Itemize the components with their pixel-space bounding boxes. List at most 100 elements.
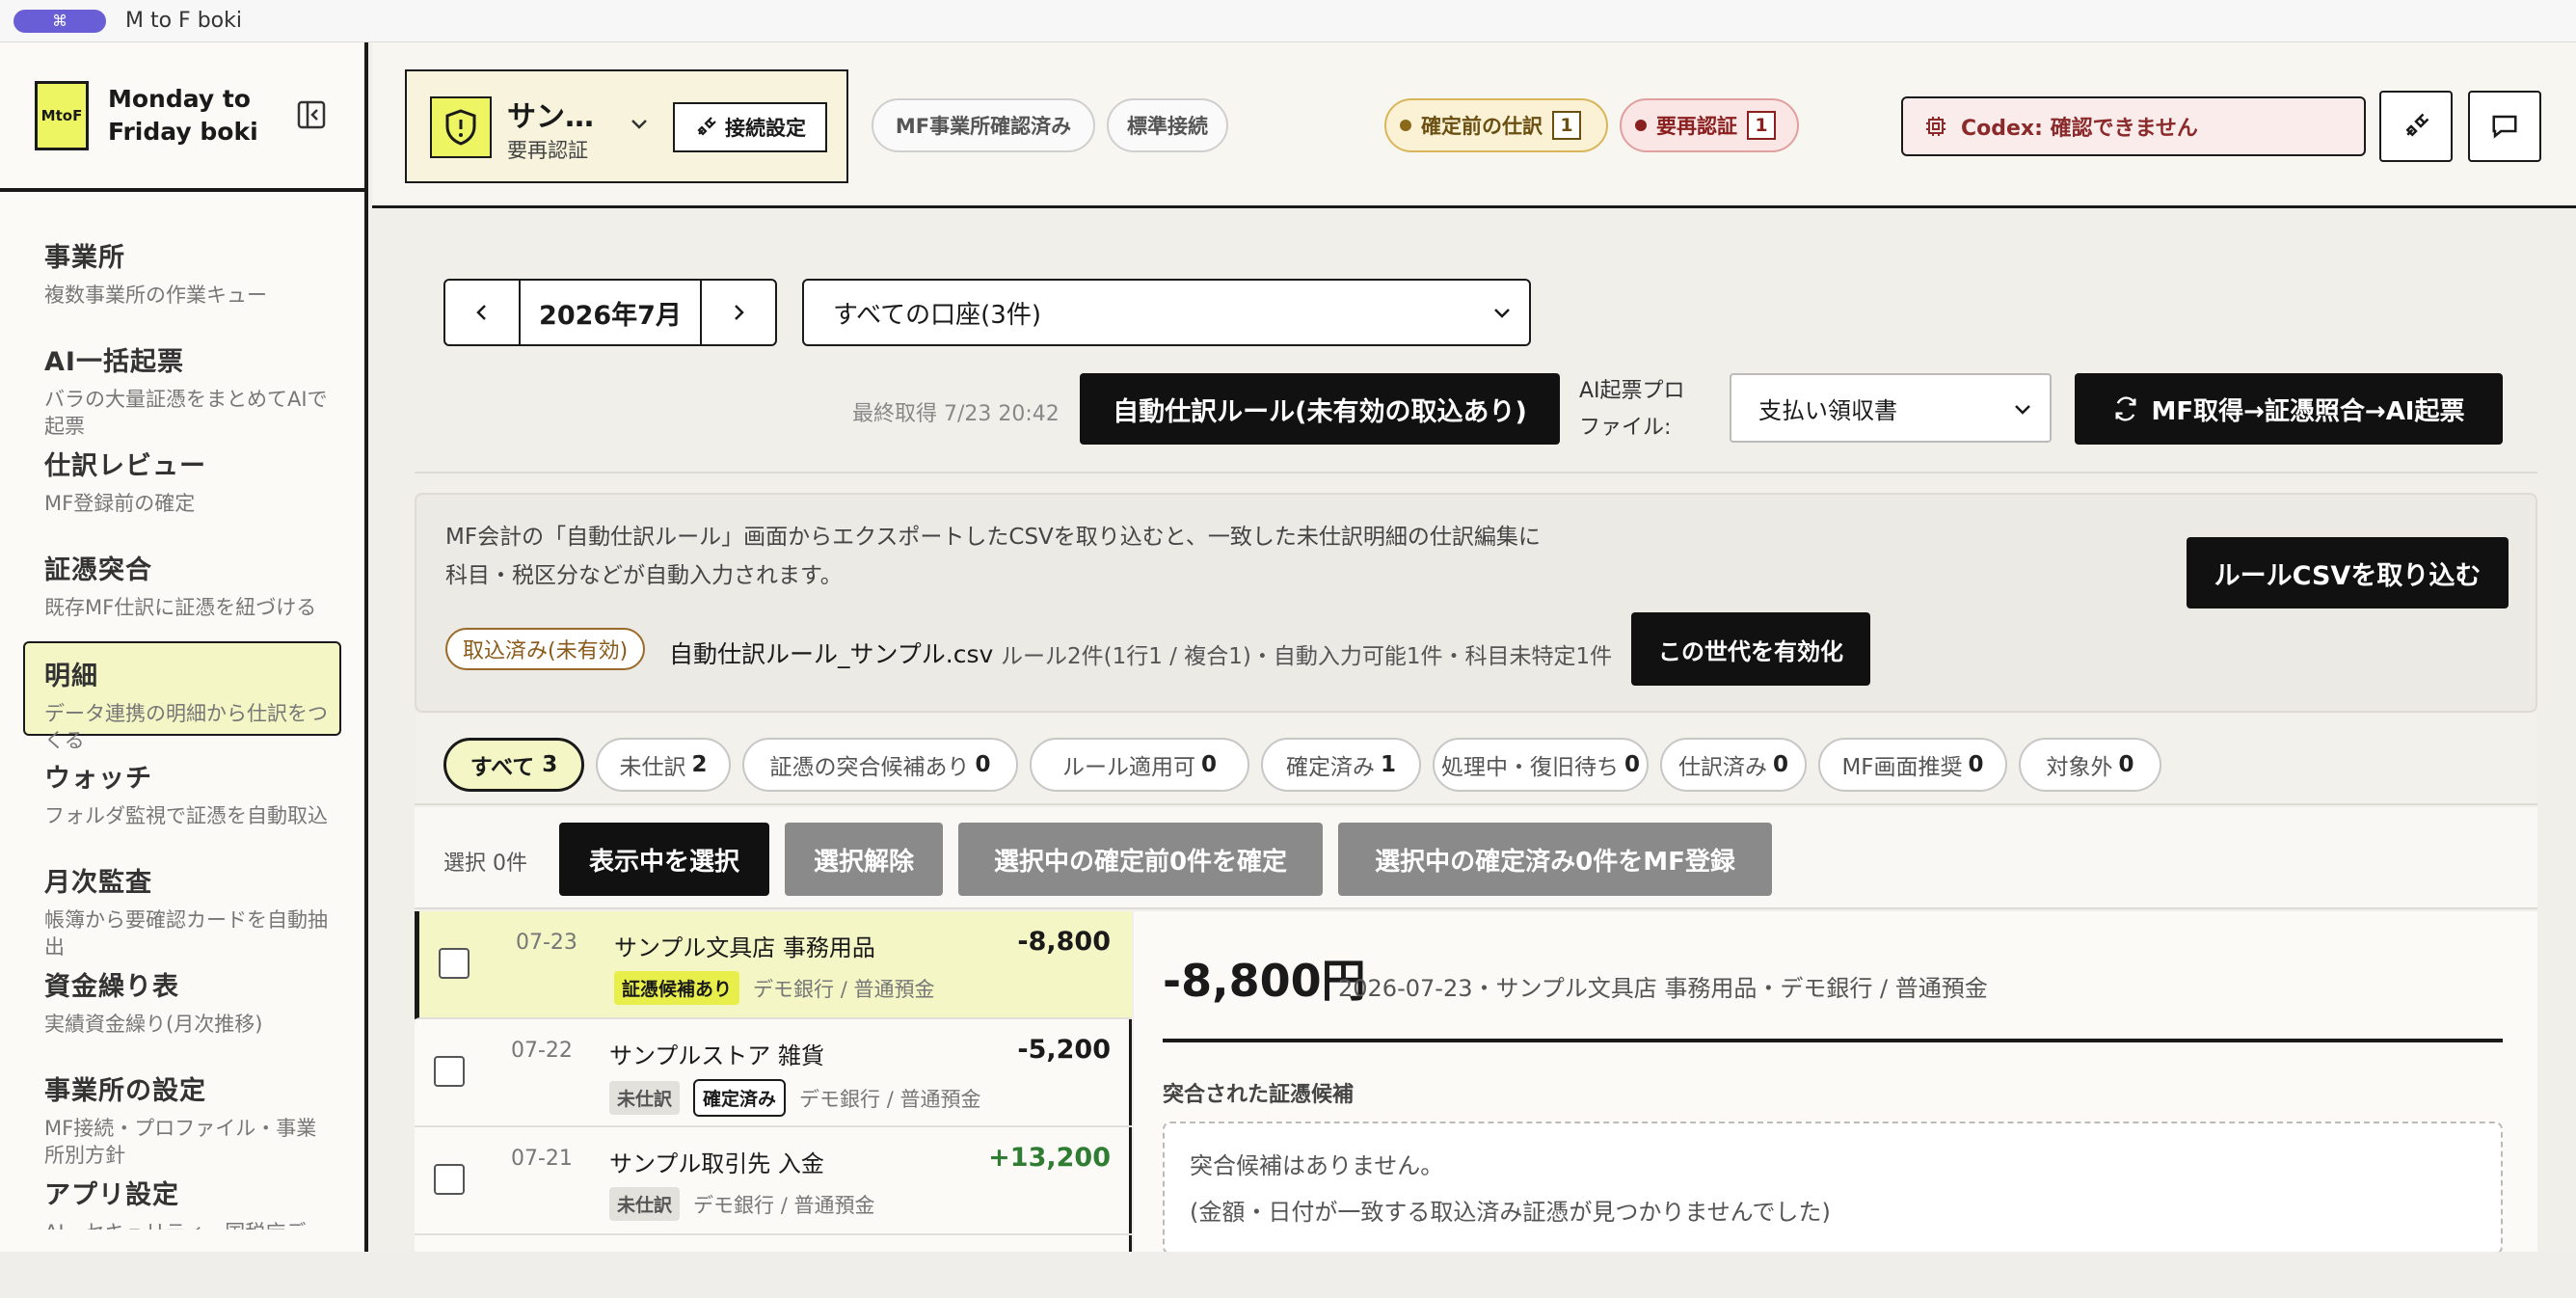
sidebar-item-journal-review[interactable]: 仕訳レビュー MF登録前の確定 [0,433,364,537]
rule-summary: ルール2件(1行1 / 複合1)・自動入力可能1件・科目未特定1件 [1001,644,1613,669]
run-pipeline-label: MF取得→証憑照合→AI起票 [2151,396,2465,426]
ai-profile-label: AI起票プロ ファイル: [1579,373,1685,446]
sidebar-item-label: 事業所の設定 [44,1076,206,1106]
codex-status-text: Codex: 確認できません [1961,117,2198,141]
row-amount: -5,200 [1017,1035,1111,1065]
chip-icon [1926,117,1945,136]
filter-chip-processing[interactable]: 処理中・復旧待ち 0 [1433,738,1649,792]
sidebar-item-app-settings[interactable]: アプリ設定 AI・セキュリティ・国税庁データ・アプリ情報 [0,1162,364,1230]
no-candidates-text: 突合候補はありません。 [1190,1152,1444,1179]
row-amount: -8,800 [1017,927,1111,957]
deselect-button[interactable]: 選択解除 [785,823,943,896]
row-checkbox[interactable] [434,1056,465,1087]
row-account: デモ銀行 / 普通預金 [693,1193,875,1217]
account-select[interactable]: すべての口座(3件) [802,279,1531,346]
prev-month-button[interactable] [445,281,519,344]
row-checkbox[interactable] [434,1164,465,1195]
row-date: 07-23 [516,931,577,955]
sidebar-item-office-settings[interactable]: 事業所の設定 MF接続・プロファイル・事業所別方針 [0,1058,364,1167]
register-selected-button[interactable]: 選択中の確定済み0件をMF登録 [1338,823,1772,896]
status-dot-icon [1635,120,1647,131]
filter-chip-count: 2 [691,752,708,777]
pending-journal-pill[interactable]: 確定前の仕訳 1 [1384,98,1608,152]
main-content: 2026年7月 すべての口座(3件) 最終取得 7/23 20:42 自動仕訳ル… [372,211,2576,1255]
filter-chip-rule-applicable[interactable]: ルール適用可 0 [1030,738,1249,792]
row-amount: +13,200 [988,1143,1111,1173]
auto-rule-button[interactable]: 自動仕訳ルール(未有効の取込あり) [1080,373,1560,445]
filter-chip-count: 0 [1968,752,1984,777]
ai-profile-select[interactable]: 支払い領収書 [1730,373,2052,443]
plug-button[interactable] [2379,91,2453,162]
run-pipeline-button[interactable]: MF取得→証憑照合→AI起票 [2075,373,2503,445]
status-badge: 未仕訳 [609,1081,681,1115]
sidebar-item-voucher-match[interactable]: 証憑突合 既存MF仕訳に証憑を紐づける [0,537,364,641]
sidebar-item-statements[interactable]: 明細 データ連携の明細から仕訳をつくる [23,641,341,752]
filter-chip-confirmed[interactable]: 確定済み 1 [1261,738,1421,792]
filter-chip-label: すべて [470,755,535,780]
row-checkbox[interactable] [439,948,470,979]
sidebar-item-cashflow[interactable]: 資金繰り表 実績資金繰り(月次推移) [0,954,364,1058]
sidebar-item-offices[interactable]: 事業所 複数事業所の作業キュー [0,225,364,329]
sidebar-item-label: 資金繰り表 [44,972,179,1002]
row-account: デモ銀行 / 普通預金 [753,977,935,1001]
filter-chip-excluded[interactable]: 対象外 0 [2019,738,2161,792]
sidebar-collapse-icon[interactable] [297,100,326,129]
confirm-selected-button[interactable]: 選択中の確定前0件を確定 [958,823,1323,896]
sidebar-item-desc: 既存MF仕訳に証憑を紐づける [44,596,317,619]
rule-import-description: MF会計の「自動仕訳ルール」画面からエクスポートしたCSVを取り込むと、一致した… [445,525,1541,588]
statement-detail: -8,800円 2026-07-23・サンプル文具店 事務用品・デモ銀行 / 普… [1134,911,2537,1255]
plug-icon [697,117,716,136]
candidates-empty-box: 突合候補はありません。 (金額・日付が一致する取込済み証憑が見つかりませんでした… [1163,1122,2503,1255]
sidebar-item-desc: フォルダ監視で証憑を自動取込 [44,804,328,827]
row-title: サンプル文具店 事務用品 [614,934,875,961]
sidebar-item-ai-bulk[interactable]: AI一括起票 バラの大量証憑をまとめてAIで起票 [0,329,364,438]
filter-chip-label: 仕訳済み [1677,755,1767,780]
month-navigator: 2026年7月 [443,279,777,346]
sidebar-item-label: AI一括起票 [44,347,184,377]
filter-chip-journaled[interactable]: 仕訳済み 0 [1660,738,1807,792]
filter-chip-count: 3 [542,752,558,777]
csv-file-name: 自動仕訳ルール_サンプル.csv [669,640,994,668]
next-month-button[interactable] [702,281,775,344]
chevron-down-icon[interactable] [629,114,650,135]
table-row[interactable]: 07-23 サンプル文具店 事務用品 -8,800 証憑候補あり デモ銀行 / … [415,911,1132,1019]
sidebar-item-label: 証憑突合 [44,555,152,585]
selection-count: 選択 0件 [443,852,527,876]
reauth-pill[interactable]: 要再認証 1 [1620,98,1799,152]
filter-chip-unjournaled[interactable]: 未仕訳 2 [596,738,731,792]
sidebar-item-desc: 実績資金繰り(月次推移) [44,1013,263,1036]
divider [415,472,2537,473]
enable-generation-button[interactable]: この世代を有効化 [1631,612,1870,686]
filter-chip-voucher-candidates[interactable]: 証憑の突合候補あり 0 [742,738,1018,792]
shield-icon [430,96,492,158]
filter-bar: すべて 3 未仕訳 2 証憑の突合候補あり 0 ルール適用可 0 確定済み 1 処理中・… [415,715,2537,805]
sidebar-item-label: アプリ設定 [44,1180,179,1210]
import-rule-csv-button[interactable]: ルールCSVを取り込む [2187,537,2509,608]
chevron-down-icon [2015,405,2030,415]
filter-chip-count: 0 [975,752,991,777]
sidebar-item-watch[interactable]: ウォッチ フォルダ監視で証憑を自動取込 [0,745,364,850]
pending-journal-label: 確定前の仕訳 [1421,115,1543,138]
sidebar-item-monthly-audit[interactable]: 月次監査 帳簿から要確認カードを自動抽出 [0,850,364,959]
connection-settings-button[interactable]: 接続設定 [673,102,827,152]
chat-icon [2492,115,2517,139]
filter-chip-label: 確定済み [1285,755,1375,780]
filter-chip-all[interactable]: すべて 3 [443,738,584,792]
filter-chip-label: 未仕訳 [619,755,686,780]
detail-meta: 2026-07-23・サンプル文具店 事務用品・デモ銀行 / 普通預金 [1338,975,1988,1002]
no-candidates-note: (金額・日付が一致する取込済み証憑が見つかりませんでした) [1190,1199,1831,1226]
brand: MtoF Monday to Friday boki [0,42,364,192]
office-status: 要再認証 [507,139,588,162]
connection-settings-label: 接続設定 [725,117,806,140]
select-visible-button[interactable]: 表示中を選択 [559,823,769,896]
office-switcher[interactable]: サン… 要再認証 接続設定 [405,69,848,183]
codex-status[interactable]: Codex: 確認できません [1901,96,2366,156]
row-title: サンプルストア 雑貨 [609,1042,824,1069]
table-row[interactable]: 07-22 サンプルストア 雑貨 -5,200 未仕訳 確定済み デモ銀行 / … [415,1019,1132,1127]
chat-button[interactable] [2468,91,2541,162]
filter-chip-mf-recommended[interactable]: MF画面推奨 0 [1818,738,2007,792]
sidebar-item-label: 明細 [44,662,98,691]
table-row[interactable]: 07-21 サンプル取引先 入金 +13,200 未仕訳 デモ銀行 / 普通預金 [415,1127,1132,1235]
bulk-action-bar: 選択 0件 表示中を選択 選択解除 選択中の確定前0件を確定 選択中の確定済み0… [415,807,2537,909]
command-icon[interactable]: ⌘ [13,9,106,33]
